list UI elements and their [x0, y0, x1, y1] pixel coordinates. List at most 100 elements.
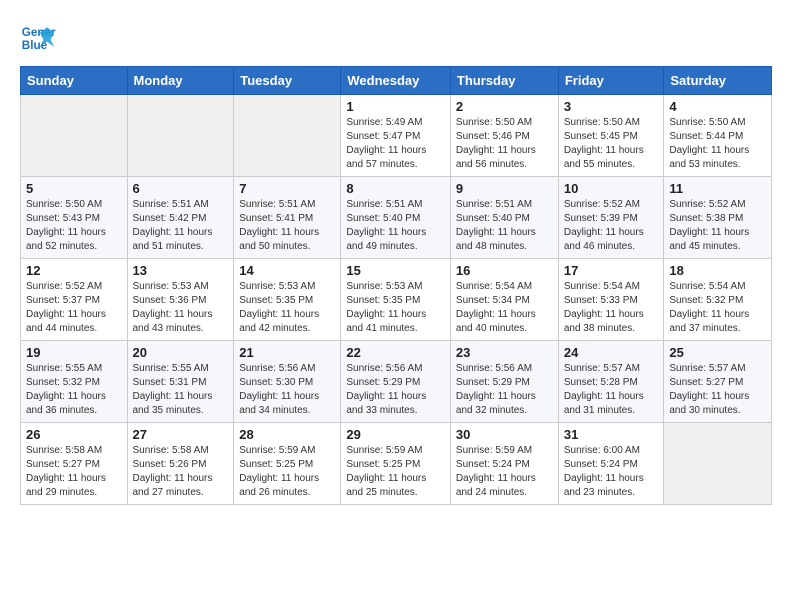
day-number: 31	[564, 427, 659, 442]
calendar-cell: 12 Sunrise: 5:52 AMSunset: 5:37 PMDayligh…	[21, 259, 128, 341]
day-number: 26	[26, 427, 122, 442]
calendar-cell: 7 Sunrise: 5:51 AMSunset: 5:41 PMDaylight…	[234, 177, 341, 259]
day-info: Sunrise: 5:59 AMSunset: 5:24 PMDaylight:…	[456, 444, 553, 500]
day-info: Sunrise: 5:52 AMSunset: 5:38 PMDaylight:…	[669, 198, 766, 254]
calendar-cell: 18 Sunrise: 5:54 AMSunset: 5:32 PMDayligh…	[664, 259, 772, 341]
day-number: 24	[564, 345, 659, 360]
day-info: Sunrise: 5:53 AMSunset: 5:35 PMDaylight:…	[346, 280, 445, 336]
week-row-4: 19 Sunrise: 5:55 AMSunset: 5:32 PMDayligh…	[21, 341, 772, 423]
day-info: Sunrise: 5:56 AMSunset: 5:30 PMDaylight:…	[239, 362, 335, 418]
day-number: 23	[456, 345, 553, 360]
calendar-cell	[21, 95, 128, 177]
calendar-cell: 5 Sunrise: 5:50 AMSunset: 5:43 PMDaylight…	[21, 177, 128, 259]
logo: General Blue	[20, 20, 60, 56]
day-number: 25	[669, 345, 766, 360]
day-number: 1	[346, 99, 445, 114]
day-number: 6	[133, 181, 229, 196]
logo-icon: General Blue	[20, 20, 56, 56]
day-info: Sunrise: 5:52 AMSunset: 5:37 PMDaylight:…	[26, 280, 122, 336]
header-row: SundayMondayTuesdayWednesdayThursdayFrid…	[21, 67, 772, 95]
day-header-monday: Monday	[127, 67, 234, 95]
day-info: Sunrise: 5:56 AMSunset: 5:29 PMDaylight:…	[456, 362, 553, 418]
day-number: 7	[239, 181, 335, 196]
day-number: 15	[346, 263, 445, 278]
week-row-3: 12 Sunrise: 5:52 AMSunset: 5:37 PMDayligh…	[21, 259, 772, 341]
day-info: Sunrise: 5:54 AMSunset: 5:33 PMDaylight:…	[564, 280, 659, 336]
day-info: Sunrise: 5:55 AMSunset: 5:32 PMDaylight:…	[26, 362, 122, 418]
day-info: Sunrise: 5:57 AMSunset: 5:27 PMDaylight:…	[669, 362, 766, 418]
day-info: Sunrise: 5:52 AMSunset: 5:39 PMDaylight:…	[564, 198, 659, 254]
calendar-cell: 24Sunrise: 5:57 AMSunset: 5:28 PMDayligh…	[558, 341, 664, 423]
day-number: 27	[133, 427, 229, 442]
day-info: Sunrise: 5:51 AMSunset: 5:42 PMDaylight:…	[133, 198, 229, 254]
day-info: Sunrise: 5:50 AMSunset: 5:46 PMDaylight:…	[456, 116, 553, 172]
day-info: Sunrise: 5:51 AMSunset: 5:40 PMDaylight:…	[456, 198, 553, 254]
day-number: 16	[456, 263, 553, 278]
day-header-thursday: Thursday	[450, 67, 558, 95]
day-header-saturday: Saturday	[664, 67, 772, 95]
week-row-1: 1 Sunrise: 5:49 AMSunset: 5:47 PMDaylight…	[21, 95, 772, 177]
calendar-cell: 23 Sunrise: 5:56 AMSunset: 5:29 PMDayligh…	[450, 341, 558, 423]
day-number: 20	[133, 345, 229, 360]
calendar-cell: 3 Sunrise: 5:50 AMSunset: 5:45 PMDaylight…	[558, 95, 664, 177]
calendar-cell: 11 Sunrise: 5:52 AMSunset: 5:38 PMDayligh…	[664, 177, 772, 259]
calendar-cell: 2 Sunrise: 5:50 AMSunset: 5:46 PMDaylight…	[450, 95, 558, 177]
day-info: Sunrise: 5:55 AMSunset: 5:31 PMDaylight:…	[133, 362, 229, 418]
calendar-cell: 29Sunrise: 5:59 AMSunset: 5:25 PMDayligh…	[341, 423, 451, 505]
calendar-cell: 27Sunrise: 5:58 AMSunset: 5:26 PMDayligh…	[127, 423, 234, 505]
day-info: Sunrise: 5:59 AMSunset: 5:25 PMDaylight:…	[239, 444, 335, 500]
day-number: 13	[133, 263, 229, 278]
week-row-2: 5 Sunrise: 5:50 AMSunset: 5:43 PMDaylight…	[21, 177, 772, 259]
week-row-5: 26 Sunrise: 5:58 AMSunset: 5:27 PMDayligh…	[21, 423, 772, 505]
day-header-friday: Friday	[558, 67, 664, 95]
day-number: 2	[456, 99, 553, 114]
header: General Blue	[20, 20, 772, 56]
day-header-tuesday: Tuesday	[234, 67, 341, 95]
calendar-cell: 28 Sunrise: 5:59 AMSunset: 5:25 PMDayligh…	[234, 423, 341, 505]
day-number: 30	[456, 427, 553, 442]
day-number: 14	[239, 263, 335, 278]
calendar-cell: 8 Sunrise: 5:51 AMSunset: 5:40 PMDaylight…	[341, 177, 451, 259]
calendar-cell: 20 Sunrise: 5:55 AMSunset: 5:31 PMDayligh…	[127, 341, 234, 423]
day-info: Sunrise: 5:56 AMSunset: 5:29 PMDaylight:…	[346, 362, 445, 418]
day-info: Sunrise: 5:54 AMSunset: 5:34 PMDaylight:…	[456, 280, 553, 336]
calendar-cell: 22 Sunrise: 5:56 AMSunset: 5:29 PMDayligh…	[341, 341, 451, 423]
day-info: Sunrise: 5:50 AMSunset: 5:43 PMDaylight:…	[26, 198, 122, 254]
day-number: 19	[26, 345, 122, 360]
day-info: Sunrise: 5:51 AMSunset: 5:41 PMDaylight:…	[239, 198, 335, 254]
day-info: Sunrise: 5:50 AMSunset: 5:44 PMDaylight:…	[669, 116, 766, 172]
day-info: Sunrise: 6:00 AMSunset: 5:24 PMDaylight:…	[564, 444, 659, 500]
calendar-cell: 30 Sunrise: 5:59 AMSunset: 5:24 PMDayligh…	[450, 423, 558, 505]
day-info: Sunrise: 5:59 AMSunset: 5:25 PMDaylight:…	[346, 444, 445, 500]
day-header-sunday: Sunday	[21, 67, 128, 95]
day-number: 22	[346, 345, 445, 360]
calendar-cell: 9 Sunrise: 5:51 AMSunset: 5:40 PMDaylight…	[450, 177, 558, 259]
day-info: Sunrise: 5:54 AMSunset: 5:32 PMDaylight:…	[669, 280, 766, 336]
day-info: Sunrise: 5:51 AMSunset: 5:40 PMDaylight:…	[346, 198, 445, 254]
day-number: 17	[564, 263, 659, 278]
calendar-cell	[127, 95, 234, 177]
day-info: Sunrise: 5:58 AMSunset: 5:27 PMDaylight:…	[26, 444, 122, 500]
calendar-cell: 10Sunrise: 5:52 AMSunset: 5:39 PMDayligh…	[558, 177, 664, 259]
day-number: 5	[26, 181, 122, 196]
calendar-cell: 14 Sunrise: 5:53 AMSunset: 5:35 PMDayligh…	[234, 259, 341, 341]
calendar-cell	[664, 423, 772, 505]
day-info: Sunrise: 5:53 AMSunset: 5:35 PMDaylight:…	[239, 280, 335, 336]
calendar-cell: 4Sunrise: 5:50 AMSunset: 5:44 PMDaylight…	[664, 95, 772, 177]
day-number: 8	[346, 181, 445, 196]
day-number: 21	[239, 345, 335, 360]
calendar-cell: 16 Sunrise: 5:54 AMSunset: 5:34 PMDayligh…	[450, 259, 558, 341]
calendar-cell: 1 Sunrise: 5:49 AMSunset: 5:47 PMDaylight…	[341, 95, 451, 177]
day-number: 11	[669, 181, 766, 196]
day-number: 18	[669, 263, 766, 278]
day-number: 28	[239, 427, 335, 442]
calendar-cell: 31 Sunrise: 6:00 AMSunset: 5:24 PMDayligh…	[558, 423, 664, 505]
day-number: 9	[456, 181, 553, 196]
day-number: 12	[26, 263, 122, 278]
day-info: Sunrise: 5:50 AMSunset: 5:45 PMDaylight:…	[564, 116, 659, 172]
day-number: 3	[564, 99, 659, 114]
calendar-cell: 19 Sunrise: 5:55 AMSunset: 5:32 PMDayligh…	[21, 341, 128, 423]
day-header-wednesday: Wednesday	[341, 67, 451, 95]
calendar-cell: 6 Sunrise: 5:51 AMSunset: 5:42 PMDaylight…	[127, 177, 234, 259]
day-info: Sunrise: 5:49 AMSunset: 5:47 PMDaylight:…	[346, 116, 445, 172]
